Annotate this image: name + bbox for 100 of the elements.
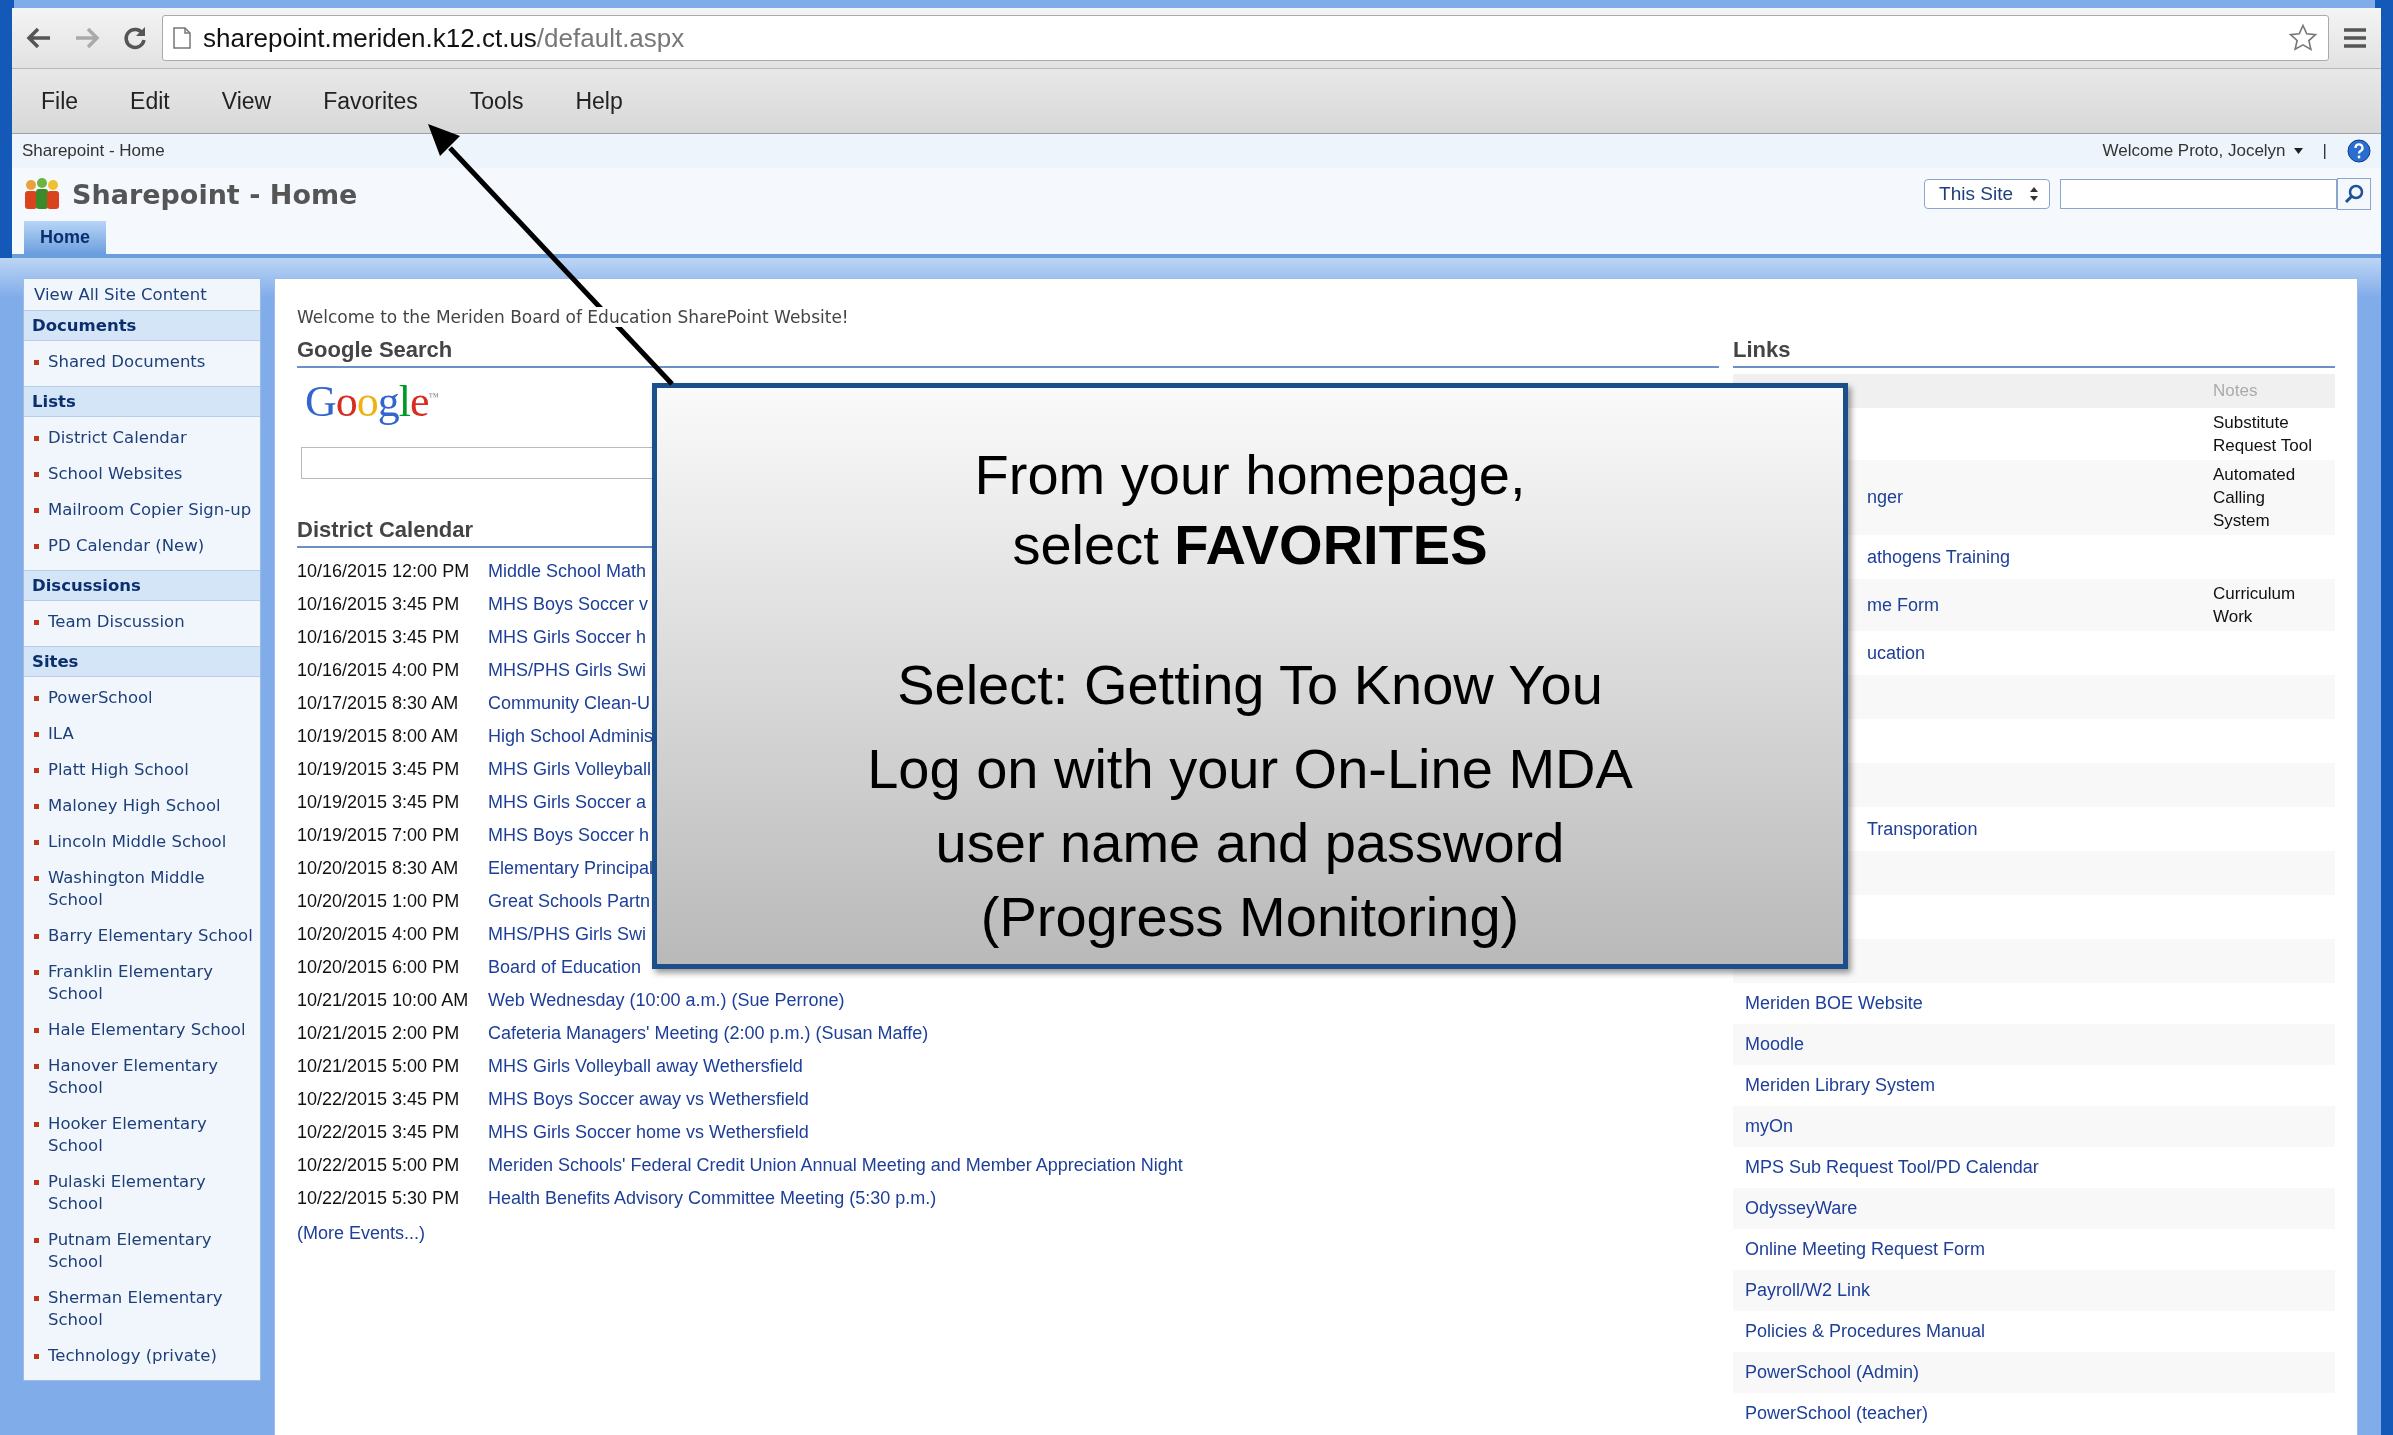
search-button[interactable] [2337, 178, 2371, 210]
event-link[interactable]: Elementary Principal [488, 858, 654, 879]
event-link[interactable]: MHS Boys Soccer h [488, 825, 650, 846]
bullet-icon [34, 876, 39, 881]
bullet-icon [34, 1122, 39, 1127]
menu-item[interactable]: Favorites [309, 81, 432, 121]
column-header: Notes [2213, 381, 2258, 401]
view-all-link[interactable]: View All Site Content [24, 279, 260, 310]
nav-link[interactable]: Franklin Elementary School [48, 961, 254, 1005]
nav-link[interactable]: Shared Documents [48, 351, 206, 373]
link-item[interactable]: Online Meeting Request Form [1745, 1239, 1986, 1259]
event-link[interactable]: Board of Education [488, 957, 642, 978]
nav-link[interactable]: Sherman Elementary School [48, 1287, 254, 1331]
event-link[interactable]: MHS Girls Volleyball [488, 759, 652, 780]
bullet-icon [34, 360, 39, 365]
event-link[interactable]: Web Wednesday (10:00 a.m.) (Sue Perrone) [488, 990, 845, 1011]
link-item[interactable]: nger [1867, 487, 1904, 507]
url-path: /default.aspx [536, 22, 685, 53]
bullet-icon [34, 436, 39, 441]
link-item[interactable]: PowerSchool (Admin) [1745, 1362, 1920, 1382]
event-link[interactable]: MHS Girls Soccer a [488, 792, 647, 813]
section-header[interactable]: Documents [24, 310, 260, 341]
event-link[interactable]: Great Schools Partn [488, 891, 651, 912]
nav-link[interactable]: Barry Elementary School [48, 925, 253, 947]
link-item[interactable]: Payroll/W2 Link [1745, 1280, 1871, 1300]
event-link[interactable]: MHS Boys Soccer away vs Wethersfield [488, 1089, 809, 1110]
nav-link[interactable]: Maloney High School [48, 795, 221, 817]
event-link[interactable]: Middle School Math [488, 561, 647, 582]
back-icon[interactable] [26, 26, 52, 50]
link-item[interactable]: Meriden BOE Website [1745, 993, 1923, 1013]
nav-link[interactable]: Pulaski Elementary School [48, 1171, 254, 1215]
nav-link[interactable]: ILA [48, 723, 74, 745]
event-link[interactable]: MHS Girls Volleyball away Wethersfield [488, 1056, 803, 1077]
link-item[interactable]: OdysseyWare [1745, 1198, 1858, 1218]
site-search-field[interactable] [2060, 179, 2337, 209]
link-item[interactable]: PowerSchool (teacher) [1745, 1403, 1929, 1423]
link-item[interactable]: Transporation [1867, 818, 1978, 839]
nav-link[interactable]: Mailroom Copier Sign-up [48, 499, 252, 521]
section-header[interactable]: Sites [24, 646, 260, 677]
instruction-text: Select: Getting To Know You [896, 652, 1604, 718]
link-notes: Automated Calling System [2213, 464, 2297, 532]
event-link[interactable]: High School Adminis [488, 726, 654, 747]
nav-link[interactable]: Washington Middle School [48, 867, 254, 911]
nav-link[interactable]: Hooker Elementary School [48, 1113, 254, 1157]
nav-link[interactable]: Putnam Elementary School [48, 1229, 254, 1273]
more-events-link[interactable]: (More Events...) [297, 1223, 1719, 1244]
menu-item[interactable]: Edit [116, 81, 184, 121]
event-link[interactable]: MHS Girls Soccer home vs Wethersfield [488, 1122, 809, 1143]
menu-item[interactable]: File [27, 81, 93, 121]
nav-link[interactable]: Team Discussion [48, 611, 185, 633]
nav-link[interactable]: Platt High School [48, 759, 189, 781]
link-item[interactable]: athogens Training [1867, 546, 2011, 567]
nav-link[interactable]: Lincoln Middle School [48, 831, 227, 853]
scope-dropdown[interactable]: This Site [1924, 179, 2050, 209]
event-link[interactable]: Meriden Schools' Federal Credit Union Annual Meeting and Member Appreciation Night [488, 1155, 1183, 1176]
welcome-menu[interactable]: Welcome Proto, Jocelyn [2102, 141, 2286, 161]
nav-link[interactable]: Hale Elementary School [48, 1019, 246, 1041]
link-item[interactable]: me Form [1867, 594, 1939, 615]
menu-item[interactable]: Help [561, 81, 637, 121]
event-link[interactable]: MHS Girls Soccer h [488, 627, 647, 648]
link-item[interactable]: Moodle [1745, 1034, 1805, 1054]
nav-link[interactable]: PD Calendar (New) [48, 535, 205, 557]
nav-link[interactable]: PowerSchool [48, 687, 153, 709]
breadcrumb[interactable]: Sharepoint - Home [22, 141, 165, 161]
event-date: 10/16/2015 3:45 PM [297, 627, 461, 648]
event-link[interactable]: MHS Boys Soccer v [488, 594, 649, 615]
link-item[interactable]: myOn [1745, 1116, 1793, 1136]
help-icon[interactable] [2347, 139, 2371, 163]
google-search-field[interactable] [301, 447, 653, 479]
event-link[interactable]: MHS/PHS Girls Swi [488, 660, 646, 681]
menu-icon[interactable] [2343, 27, 2367, 49]
section-heading: Google Search [297, 337, 1719, 368]
bullet-icon [34, 1296, 39, 1301]
event-date: 10/22/2015 3:45 PM [297, 1089, 461, 1110]
bullet-icon [34, 696, 39, 701]
menu-item[interactable]: View [207, 81, 286, 121]
reload-icon[interactable] [122, 25, 148, 51]
link-item[interactable]: ucation [1867, 642, 1926, 663]
link-item[interactable]: Policies & Procedures Manual [1745, 1321, 1986, 1341]
address-bar[interactable]: sharepoint.meriden.k12.ct.us/default.aspx [162, 15, 2329, 61]
section-header[interactable]: Lists [24, 386, 260, 417]
star-icon[interactable] [2288, 23, 2318, 53]
event-link[interactable]: Health Benefits Advisory Committee Meeting (5:30 p.m.) [488, 1188, 937, 1209]
nav-link[interactable]: District Calendar [48, 427, 187, 449]
bullet-icon [34, 1354, 39, 1359]
menu-item[interactable]: Tools [455, 81, 538, 121]
link-item[interactable]: Meriden Library System [1745, 1075, 1936, 1095]
link-notes: Substitute Request Tool [2213, 412, 2313, 457]
event-link[interactable]: Cafeteria Managers' Meeting (2:00 p.m.) (Susan Maffe) [488, 1023, 929, 1044]
nav-link[interactable]: Hanover Elementary School [48, 1055, 254, 1099]
nav-link[interactable]: School Websites [48, 463, 183, 485]
nav-link[interactable]: Technology (private) [48, 1345, 217, 1367]
event-date: 10/17/2015 8:30 AM [297, 693, 460, 714]
event-link[interactable]: MHS/PHS Girls Swi [488, 924, 646, 945]
event-link[interactable]: Community Clean-U [488, 693, 651, 714]
link-item[interactable]: MPS Sub Request Tool/PD Calendar [1745, 1157, 2039, 1177]
nav-tab[interactable]: Home [24, 221, 106, 254]
event-date: 10/19/2015 7:00 PM [297, 825, 461, 846]
separator: | [2322, 141, 2327, 161]
section-header[interactable]: Discussions [24, 570, 260, 601]
